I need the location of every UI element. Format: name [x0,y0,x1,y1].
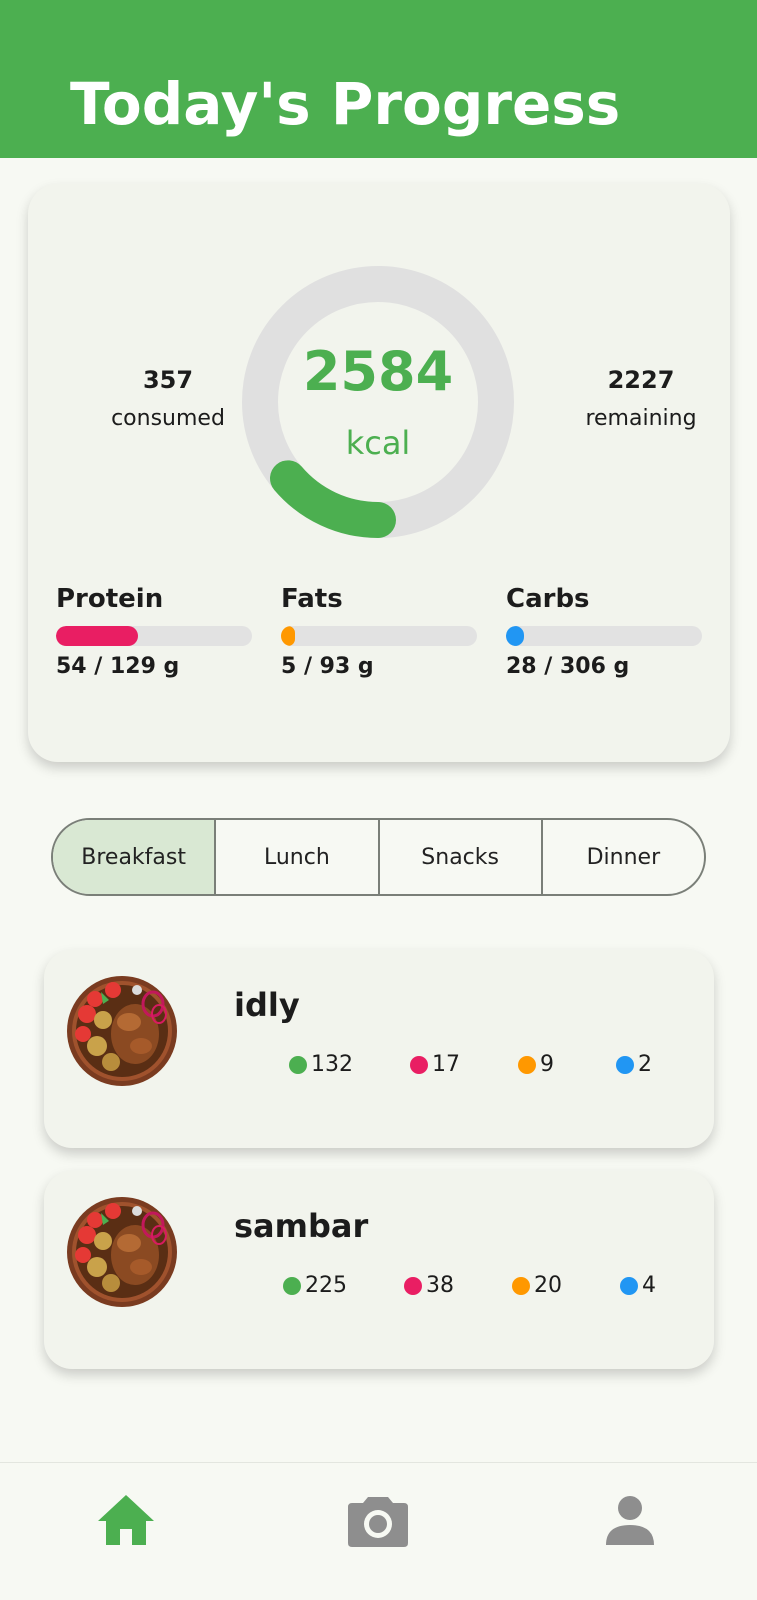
calories-dot-icon [283,1276,301,1295]
remaining-stat: 2227 remaining [551,366,731,431]
carbs-dot-icon [616,1055,634,1074]
calories-value: 225 [283,1273,347,1298]
food-bowl-image [67,976,177,1086]
fat-value: 20 [512,1273,562,1298]
fat-text: 20 [534,1273,562,1298]
nav-home-button[interactable] [91,1485,161,1555]
meal-name: idly [234,986,300,1024]
tab-snacks[interactable]: Snacks [380,820,543,894]
macro-progress-bar [281,626,477,646]
meal-card[interactable]: sambar 225 38 20 4 [44,1171,714,1369]
macro-protein: Protein 54 / 129 g [56,584,252,679]
protein-dot-icon [410,1055,428,1074]
remaining-value: 2227 [607,366,675,394]
meal-card[interactable]: idly 132 17 9 2 [44,950,714,1148]
camera-icon [348,1497,408,1547]
consumed-stat: 357 consumed [78,366,258,431]
macro-amount: 54 / 129 g [56,654,180,679]
page-title: Today's Progress [70,70,621,138]
macro-carbs: Carbs 28 / 306 g [506,584,702,679]
calories-value: 132 [289,1052,353,1077]
macro-progress-fill [506,626,525,646]
calories-text: 132 [311,1052,353,1077]
remaining-label: remaining [585,406,697,431]
calories-dot-icon [289,1055,307,1074]
consumed-value: 357 [142,366,194,394]
calorie-ring: 2584 kcal [238,262,518,542]
carbs-text: 4 [642,1273,656,1298]
macro-name: Fats [281,584,343,614]
macro-amount: 28 / 306 g [506,654,630,679]
protein-value: 38 [404,1273,454,1298]
nav-camera-button[interactable] [343,1485,413,1555]
tab-dinner[interactable]: Dinner [543,820,704,894]
person-icon [606,1496,654,1545]
macro-amount: 5 / 93 g [281,654,374,679]
home-icon [98,1495,154,1545]
protein-value: 17 [410,1052,460,1077]
fat-value: 9 [518,1052,554,1077]
carbs-text: 2 [638,1052,652,1077]
macro-progress-fill [56,626,139,646]
calories-text: 225 [305,1273,347,1298]
macro-progress-bar [506,626,702,646]
tab-lunch[interactable]: Lunch [216,820,380,894]
macro-progress-fill [281,626,295,646]
macro-name: Protein [56,584,164,614]
protein-text: 17 [432,1052,460,1077]
carbs-dot-icon [620,1276,638,1295]
calorie-unit: kcal [345,424,411,462]
nav-profile-button[interactable] [595,1485,665,1555]
app-header: Today's Progress [0,0,757,158]
fat-dot-icon [512,1276,530,1295]
meal-type-tabs: Breakfast Lunch Snacks Dinner [51,818,706,896]
carbs-value: 2 [616,1052,652,1077]
fat-dot-icon [518,1055,536,1074]
food-bowl-image [67,1197,177,1307]
macro-fats: Fats 5 / 93 g [281,584,477,679]
protein-dot-icon [404,1276,422,1295]
macro-name: Carbs [506,584,590,614]
calorie-target-value: 2584 [302,340,454,403]
calorie-summary-card: 357 consumed 2584 kcal 2227 remaining Pr… [28,184,730,762]
fat-text: 9 [540,1052,554,1077]
bottom-navigation [0,1462,757,1600]
macro-progress-bar [56,626,252,646]
meal-name: sambar [234,1207,369,1245]
protein-text: 38 [426,1273,454,1298]
tab-breakfast[interactable]: Breakfast [53,820,217,894]
consumed-label: consumed [111,406,225,431]
carbs-value: 4 [620,1273,656,1298]
